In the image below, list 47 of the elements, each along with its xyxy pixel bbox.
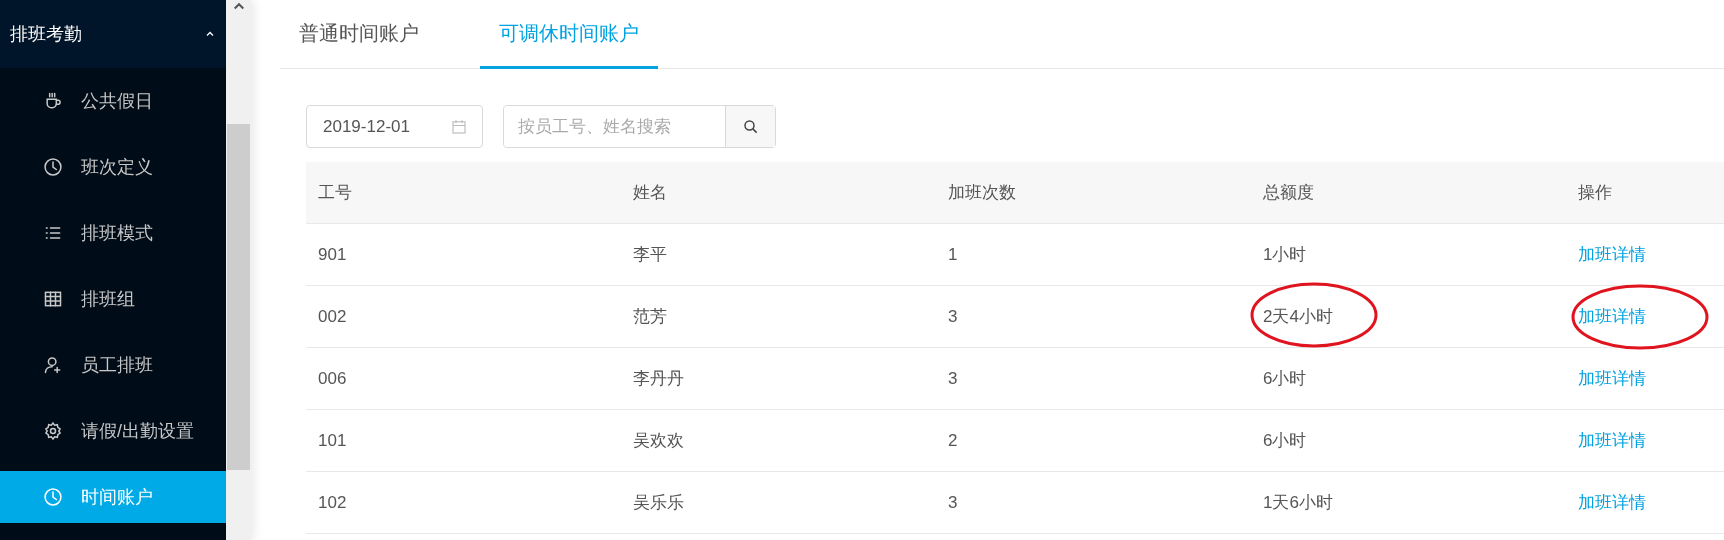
sidebar-item[interactable]: 员工排班 <box>0 332 226 398</box>
table-cell-text: 李丹丹 <box>633 367 684 390</box>
sidebar-item[interactable]: 排班组 <box>0 266 226 332</box>
table-cell-text: 吴乐乐 <box>633 491 684 514</box>
cup-icon <box>43 91 63 111</box>
search-icon <box>741 117 760 136</box>
clock-icon <box>43 487 63 507</box>
table-cell-text: 6小时 <box>1263 367 1307 390</box>
grid-icon <box>43 289 63 309</box>
table-cell-text: 101 <box>318 429 347 452</box>
sidebar-item[interactable]: 公共假日 <box>0 68 226 134</box>
table-cell-text: 3 <box>948 491 958 514</box>
column-header: 姓名 <box>633 181 667 204</box>
table-cell-text: 102 <box>318 491 347 514</box>
date-field[interactable]: 2019-12-01 <box>306 105 483 148</box>
calendar-icon <box>450 117 468 136</box>
table-cell-text: 3 <box>948 305 958 328</box>
column-header: 操作 <box>1578 181 1612 204</box>
menu-group-label: 排班考勤 <box>10 22 82 46</box>
table-cell-text: 李平 <box>633 243 667 266</box>
table-cell: 2天4小时 <box>1263 303 1333 330</box>
table-cell-text: 901 <box>318 243 347 266</box>
table-cell-text: 1 <box>948 243 958 266</box>
table-cell-text: 1天6小时 <box>1263 491 1333 514</box>
table-cell-text: 002 <box>318 305 347 328</box>
user-add-icon <box>43 355 63 375</box>
menu-group-header[interactable]: 排班考勤 <box>0 0 226 68</box>
column-header: 总额度 <box>1263 181 1314 204</box>
table-cell-text: 3 <box>948 367 958 390</box>
table-cell-text: 006 <box>318 367 347 390</box>
search-field[interactable]: 按员工号、姓名搜索 <box>503 105 776 148</box>
clock-icon <box>43 157 63 177</box>
sidebar-item[interactable]: 排班模式 <box>0 200 226 266</box>
scroll-up-icon <box>231 0 246 12</box>
scrollbar-thumb[interactable] <box>227 124 250 470</box>
gear-icon <box>43 421 63 441</box>
search-button[interactable] <box>725 106 775 147</box>
sidebar-item[interactable]: 班次定义 <box>0 134 226 200</box>
table-cell-text: 1小时 <box>1263 243 1307 266</box>
tab[interactable]: 普通时间账户 <box>280 0 438 69</box>
table-cell-text: 2 <box>948 429 958 452</box>
column-header: 工号 <box>318 181 352 204</box>
table-cell-text: 吴欢欢 <box>633 429 684 452</box>
column-header: 加班次数 <box>948 181 1016 204</box>
table-cell-text: 范芳 <box>633 305 667 328</box>
sidebar-item[interactable]: 请假/出勤设置 <box>0 398 226 464</box>
table-cell-text: 6小时 <box>1263 429 1307 452</box>
